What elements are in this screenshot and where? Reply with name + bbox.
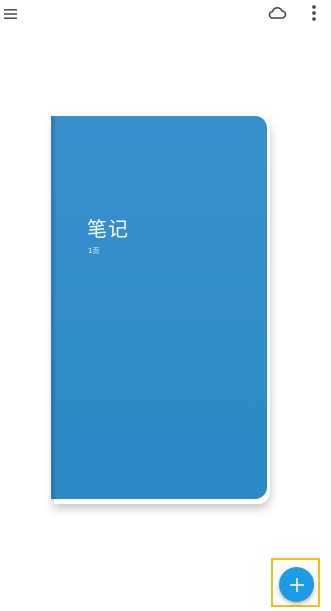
- add-notebook-button[interactable]: [279, 567, 314, 602]
- notebook-page-count: 1页: [88, 247, 100, 255]
- plus-icon: [289, 577, 304, 592]
- more-options-button[interactable]: [307, 3, 321, 23]
- notebook-card[interactable]: 笔记 1页: [51, 116, 267, 499]
- more-vert-icon: [312, 5, 316, 21]
- notebooks-screen: 笔记 1页: [0, 0, 331, 611]
- hamburger-menu-icon: [4, 9, 17, 19]
- sync-button[interactable]: [267, 5, 287, 21]
- notebook-title: 笔记: [87, 217, 129, 241]
- notebook-cover-texture: [51, 116, 267, 499]
- menu-button[interactable]: [3, 6, 19, 22]
- cloud-icon: [268, 7, 287, 19]
